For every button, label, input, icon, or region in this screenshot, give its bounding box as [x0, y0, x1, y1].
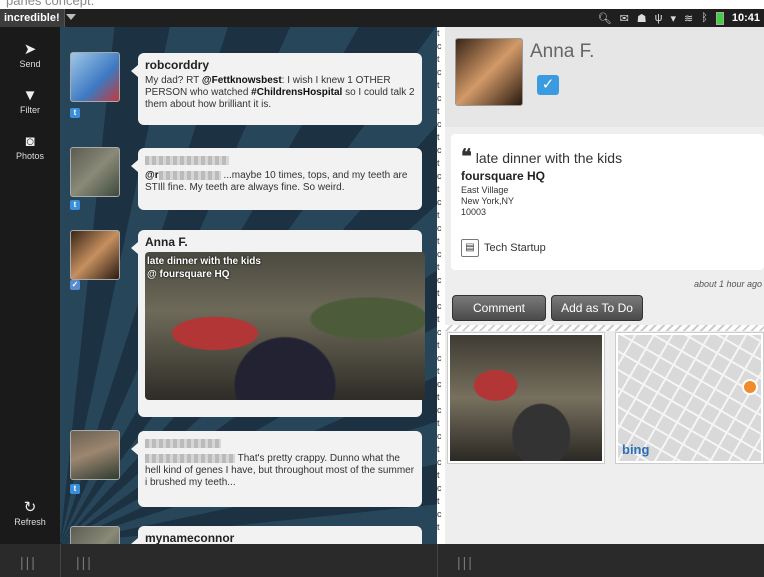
list-item[interactable]: mynameconnor [131, 526, 422, 544]
checkin-quote: ❝ late dinner with the kids [461, 144, 622, 169]
user-name: Anna F. [530, 41, 595, 62]
mention-link[interactable]: @Fettknowsbest [202, 75, 282, 86]
detail-grip[interactable]: ||| [445, 544, 764, 577]
bing-logo: bing [622, 442, 650, 457]
bottom-bar: ||| ||| ||| [0, 544, 764, 577]
caption-text: panes concept. [6, 0, 95, 8]
bluetooth-icon: ᛒ [701, 12, 708, 24]
checkin-photo[interactable]: late dinner with the kids @ foursquare H… [145, 252, 425, 400]
photos-button[interactable]: ◙ Photos [0, 133, 60, 161]
detail-header: Anna F. ✓ [445, 27, 764, 127]
avatar[interactable] [70, 230, 120, 280]
category-label: Tech Startup [484, 242, 546, 254]
torn-edge [445, 325, 764, 331]
photos-label: Photos [15, 151, 45, 161]
mail-icon[interactable]: ✉ [620, 12, 629, 25]
clock: 10:41 [731, 12, 760, 24]
author-name[interactable]: mynameconnor [145, 532, 415, 544]
dropdown-icon[interactable]: ▾ [671, 12, 677, 25]
venue-name[interactable]: foursquare HQ [461, 169, 545, 183]
search-icon[interactable]: 🔍︎ [598, 12, 612, 25]
list-item[interactable]: robcorddry My dad? RT @Fettknowsbest: I … [131, 53, 422, 125]
pane-divider[interactable]: tctctctctctctctctctctctctctctctctctctct [437, 27, 445, 544]
battery-icon [715, 11, 724, 25]
peek-text-strip: tctctctctctctctctctctctctctctctctctctct [437, 28, 442, 532]
checkin-card: ❝ late dinner with the kids foursquare HQ… [451, 134, 764, 270]
map-image[interactable]: bing [618, 335, 761, 461]
list-item[interactable]: Anna F. late dinner with the kids @ four… [131, 230, 425, 417]
usb-icon: ψ [654, 12, 663, 24]
address-line: New York,NY [461, 196, 515, 206]
redacted-name [145, 439, 221, 449]
quote-text: late dinner with the kids [475, 150, 623, 166]
grip-icon: ||| [76, 554, 93, 570]
venue-map[interactable]: bing [615, 332, 764, 464]
refresh-button[interactable]: ↻ Refresh [0, 499, 60, 527]
list-item[interactable]: That's pretty crappy. Dunno what the hel… [131, 431, 422, 507]
checkin-venue[interactable]: @ foursquare HQ [147, 268, 261, 281]
address-line: East Village [461, 185, 509, 195]
refresh-icon: ↻ [23, 499, 37, 516]
grip-icon: ||| [20, 554, 37, 570]
sidebar-grip[interactable]: ||| [0, 544, 61, 577]
twitter-icon: t [70, 484, 80, 494]
wifi-icon: ≋ [684, 12, 694, 25]
add-todo-button[interactable]: Add as To Do [551, 295, 643, 321]
address-line: 10003 [461, 207, 487, 217]
mention-link[interactable]: @r [145, 170, 159, 181]
photo-image [450, 335, 602, 461]
post-text: My dad? RT [145, 75, 202, 86]
send-icon: ➤ [23, 41, 37, 58]
quote-icon: ❝ [461, 146, 472, 168]
user-avatar[interactable] [455, 38, 523, 106]
author-name[interactable] [145, 437, 415, 449]
feed-grip[interactable]: ||| [60, 544, 438, 577]
map-pin-icon[interactable] [742, 379, 758, 395]
filter-button[interactable]: ▼ Filter [0, 87, 60, 115]
redacted-handle [158, 170, 221, 180]
checkin-shout: late dinner with the kids [147, 256, 261, 267]
notification-icon[interactable]: ☗ [637, 12, 647, 25]
photo-caption: late dinner with the kids @ foursquare H… [147, 255, 261, 281]
author-name[interactable]: robcorddry [145, 59, 415, 71]
author-name[interactable]: Anna F. [145, 236, 415, 248]
send-label: Send [19, 59, 41, 69]
avatar[interactable] [70, 430, 120, 480]
author-name[interactable] [145, 154, 415, 166]
status-icons: 🔍︎ ✉ ☗ ψ ▾ ≋ ᛒ 10:41 [598, 9, 760, 27]
venue-category: ▤ Tech Startup [461, 239, 546, 257]
twitter-icon: t [70, 200, 80, 210]
checkin-photo-thumbnail[interactable] [447, 332, 605, 464]
app-menu[interactable]: incredible! [0, 9, 65, 27]
filter-label: Filter [20, 105, 40, 115]
twitter-icon: t [70, 108, 80, 118]
refresh-label: Refresh [14, 517, 46, 527]
foursquare-icon: ✓ [70, 280, 80, 290]
detail-pane: Anna F. ✓ ❝ late dinner with the kids fou… [445, 27, 764, 544]
sidebar: ➤ Send ▼ Filter ◙ Photos ↻ Refresh [0, 27, 60, 544]
foursquare-checkin-icon[interactable]: ✓ [537, 75, 559, 95]
comment-button[interactable]: Comment [452, 295, 546, 321]
avatar[interactable] [70, 147, 120, 197]
building-icon: ▤ [461, 239, 479, 257]
app-menu-chevron-icon[interactable] [66, 14, 76, 20]
avatar[interactable] [70, 52, 120, 102]
filter-icon: ▼ [22, 87, 38, 104]
redacted-name [145, 156, 229, 166]
grip-icon: ||| [457, 554, 474, 570]
feed-pane[interactable]: t robcorddry My dad? RT @Fettknowsbest: … [60, 27, 437, 544]
send-button[interactable]: ➤ Send [0, 41, 60, 69]
status-bar: incredible! 🔍︎ ✉ ☗ ψ ▾ ≋ ᛒ 10:41 [0, 9, 764, 27]
redacted-handle [145, 453, 235, 463]
list-item[interactable]: @r ...maybe 10 times, tops, and my teeth… [131, 148, 422, 210]
camera-icon: ◙ [25, 133, 35, 150]
venue-address: East Village New York,NY 10003 [461, 185, 514, 218]
timestamp: about 1 hour ago [693, 279, 762, 289]
hashtag-link[interactable]: #ChildrensHospital [251, 87, 342, 98]
avatar[interactable] [70, 526, 120, 544]
